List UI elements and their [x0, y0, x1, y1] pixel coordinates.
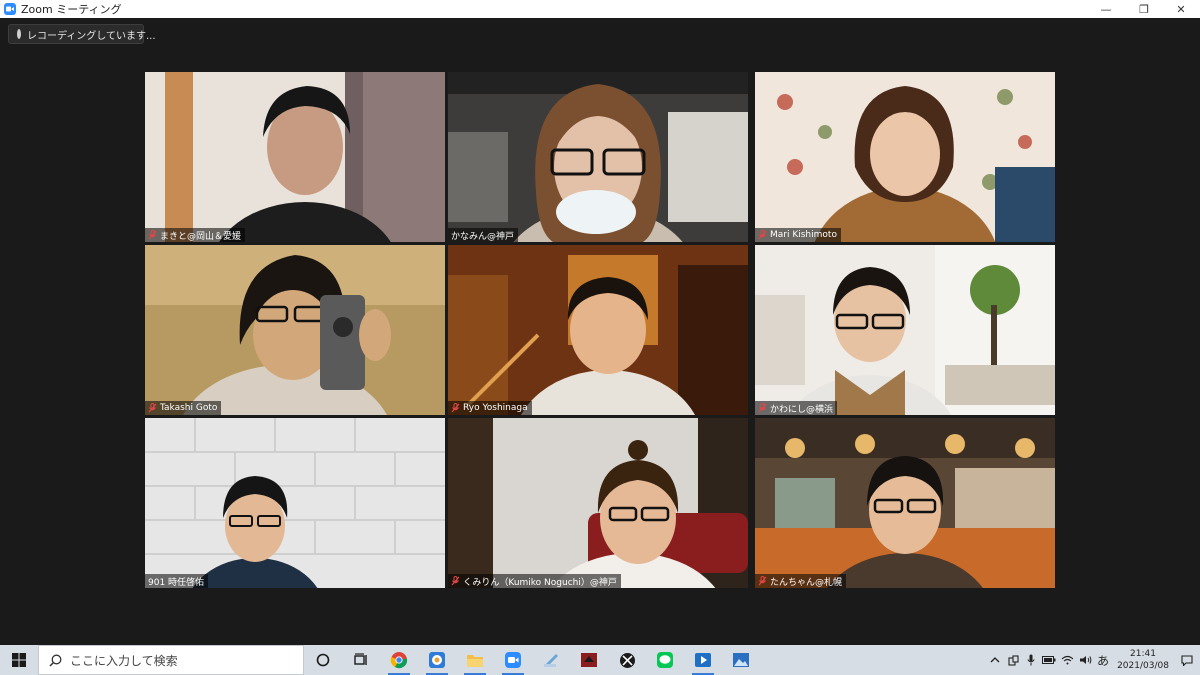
chrome-taskbar-button[interactable] [380, 645, 418, 675]
restore-button[interactable]: ❐ [1125, 0, 1163, 18]
cortana-button[interactable] [304, 645, 342, 675]
line-taskbar-button[interactable] [646, 645, 684, 675]
participant-name: Takashi Goto [160, 403, 218, 413]
participant-name: くみりん（Kumiko Noguchi）@神戸 [463, 577, 617, 588]
line-icon [657, 652, 673, 668]
participant-name: まきと@岡山＆愛媛 [160, 231, 242, 242]
chevron-up-icon[interactable] [986, 645, 1004, 675]
participant-name: Mari Kishimoto [770, 230, 837, 240]
people-icon[interactable] [1004, 645, 1022, 675]
recording-label: レコーディングしています... [27, 30, 156, 42]
participant-name: かわにし@横浜 [770, 404, 834, 415]
participant-name: 901 時任啓佑 [148, 577, 205, 588]
app-icon [429, 652, 445, 668]
recording-indicator[interactable]: レコーディングしています... [8, 24, 156, 44]
video-tile-2[interactable]: かなみん@神戸 [448, 72, 748, 242]
video-tile-1[interactable]: まきと@岡山＆愛媛 [145, 72, 445, 242]
video-tile-6[interactable]: かわにし@横浜 [755, 245, 1055, 415]
video-tile-9[interactable]: たんちゃん@札幌 [755, 418, 1055, 588]
photos-icon [733, 653, 749, 667]
chrome-icon [390, 652, 408, 669]
task-view-icon [354, 653, 367, 665]
app-taskbar-button-9[interactable] [684, 645, 722, 675]
participant-name-bar: Takashi Goto [145, 401, 222, 415]
video-tile-8[interactable]: くみりん（Kumiko Noguchi）@神戸 [448, 418, 748, 588]
gallery-view: まきと@岡山＆愛媛 かなみん@神戸 Mari Kishimoto Takashi… [145, 72, 1055, 588]
ime-indicator[interactable]: あ [1094, 645, 1112, 675]
muted-mic-icon [758, 230, 767, 240]
start-button[interactable] [0, 645, 38, 675]
battery-icon[interactable] [1040, 645, 1058, 675]
video-feed [755, 72, 1055, 242]
taskbar-search[interactable]: ここに入力して検索 [38, 645, 304, 675]
participant-name-bar: たんちゃん@札幌 [755, 574, 847, 588]
muted-mic-icon [451, 576, 460, 586]
participant-name-bar: 901 時任啓佑 [145, 574, 209, 588]
participant-name-bar: かなみん@神戸 [448, 228, 519, 242]
system-tray: あ 21:41 2021/03/08 [986, 645, 1200, 675]
notepad-icon [544, 654, 558, 667]
participant-name-bar: Mari Kishimoto [755, 228, 841, 242]
video-tile-7[interactable]: 901 時任啓佑 [145, 418, 445, 588]
taskbar: ここに入力して検索 あ 21:41 2021/03/08 [0, 645, 1200, 675]
clock-date: 2021/03/08 [1117, 661, 1169, 671]
participant-name: かなみん@神戸 [451, 231, 515, 242]
clock-time: 21:41 [1130, 649, 1156, 659]
video-feed [448, 245, 748, 415]
cortana-icon [316, 653, 330, 667]
game-app-icon [581, 653, 597, 667]
windows-icon [12, 653, 26, 667]
video-feed [448, 418, 748, 588]
video-feed [145, 418, 445, 588]
xbox-taskbar-button[interactable] [608, 645, 646, 675]
zoom-icon [505, 652, 521, 668]
record-icon [17, 29, 21, 39]
app-taskbar-button-6[interactable] [570, 645, 608, 675]
video-tile-3[interactable]: Mari Kishimoto [755, 72, 1055, 242]
muted-mic-icon [451, 403, 460, 413]
wifi-icon[interactable] [1058, 645, 1076, 675]
minimize-button[interactable]: — [1087, 0, 1125, 18]
video-feed [448, 72, 748, 242]
notification-icon[interactable] [1174, 645, 1200, 675]
participant-name: たんちゃん@札幌 [770, 577, 843, 588]
muted-mic-icon [758, 576, 767, 586]
app-taskbar-button-5[interactable] [532, 645, 570, 675]
window-title: Zoom ミーティング [21, 3, 122, 16]
media-player-icon [695, 653, 711, 667]
video-feed [145, 245, 445, 415]
video-feed [755, 245, 1055, 415]
app-taskbar-button-2[interactable] [418, 645, 456, 675]
video-feed [755, 418, 1055, 588]
participant-name-bar: かわにし@横浜 [755, 401, 838, 415]
video-tile-4[interactable]: Takashi Goto [145, 245, 445, 415]
participant-name: Ryo Yoshinaga [463, 403, 528, 413]
search-placeholder: ここに入力して検索 [70, 653, 178, 668]
search-icon [49, 654, 62, 667]
title-bar: Zoom ミーティング — ❐ ✕ [0, 0, 1200, 18]
video-feed [145, 72, 445, 242]
photos-taskbar-button[interactable] [722, 645, 760, 675]
taskbar-clock[interactable]: 21:41 2021/03/08 [1112, 648, 1174, 672]
muted-mic-icon [148, 403, 157, 413]
xbox-icon [619, 652, 635, 668]
participant-name-bar: Ryo Yoshinaga [448, 401, 532, 415]
folder-icon [467, 655, 483, 667]
zoom-taskbar-button[interactable] [494, 645, 532, 675]
video-tile-5[interactable]: Ryo Yoshinaga [448, 245, 748, 415]
participant-name-bar: まきと@岡山＆愛媛 [145, 228, 246, 242]
microphone-icon[interactable] [1022, 645, 1040, 675]
file-explorer-button[interactable] [456, 645, 494, 675]
muted-mic-icon [148, 230, 157, 240]
volume-icon[interactable] [1076, 645, 1094, 675]
zoom-app-icon [4, 3, 16, 15]
muted-mic-icon [758, 403, 767, 413]
close-button[interactable]: ✕ [1162, 0, 1200, 18]
participant-name-bar: くみりん（Kumiko Noguchi）@神戸 [448, 574, 621, 588]
task-view-button[interactable] [342, 645, 380, 675]
